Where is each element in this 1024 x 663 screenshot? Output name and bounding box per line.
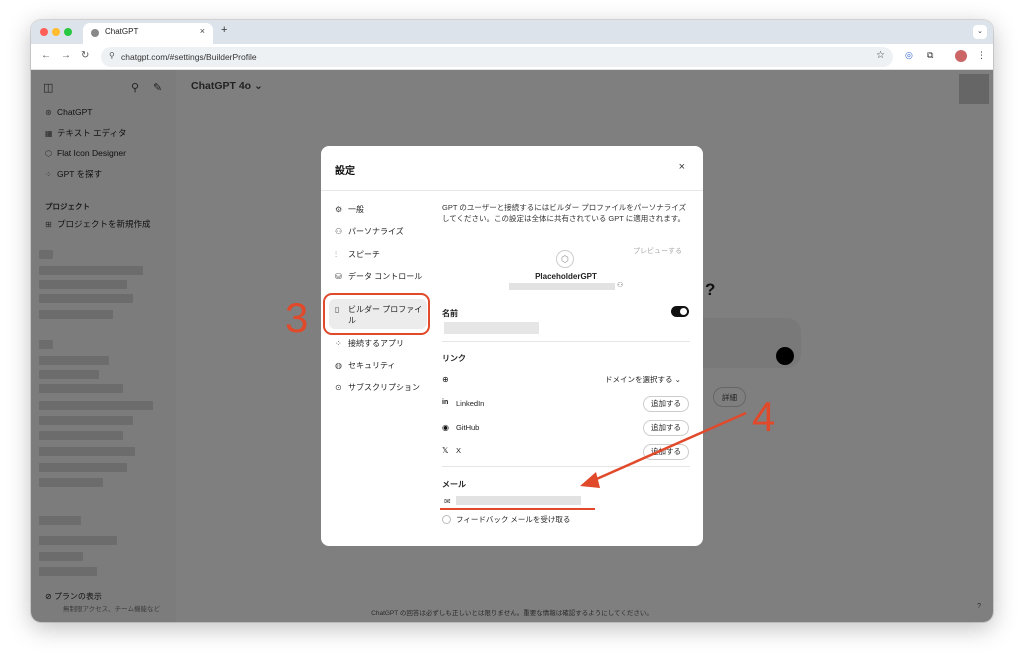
user-icon: ⚇ (617, 282, 624, 289)
domain-select[interactable]: ドメインを選択する ⌄ (605, 374, 681, 385)
browser-menu-icon[interactable]: ⋮ (977, 50, 986, 61)
nav-label: 接続するアプリ (348, 339, 404, 348)
minimize-window-button[interactable] (52, 28, 60, 36)
tab-data-controls[interactable]: ⛁ データ コントロール (335, 271, 425, 282)
step4-number: 4 (752, 393, 776, 440)
back-icon[interactable]: ← (41, 50, 51, 61)
globe-icon: ⊕ (442, 375, 449, 384)
tab-subscription[interactable]: ⊙ サブスクリプション (335, 382, 425, 393)
close-icon[interactable]: × (679, 161, 685, 173)
nav-label: セキュリティ (348, 361, 396, 370)
email-label: メール (442, 480, 466, 489)
nav-label: データ コントロール (348, 272, 423, 281)
divider (442, 341, 690, 342)
step4-underline (440, 508, 595, 510)
divider (321, 190, 703, 191)
tab-search-button[interactable]: ⌄ (973, 25, 987, 39)
tab-connected-apps[interactable]: ⁘ 接続するアプリ (335, 338, 425, 349)
tab-title: ChatGPT (105, 27, 139, 36)
bookmark-star-icon[interactable]: ☆ (876, 50, 885, 61)
browser-window: ChatGPT × + ⌄ ← → ↻ ⚲ chatgpt.com/#setti… (31, 20, 993, 622)
linkedin-icon: in (442, 399, 449, 406)
link-label: LinkedIn (456, 399, 485, 408)
tab-close-icon[interactable]: × (200, 26, 205, 36)
tab-security[interactable]: ◍ セキュリティ (335, 360, 425, 371)
person-icon: ⚇ (335, 227, 343, 236)
redacted-builder-name (509, 283, 615, 290)
new-tab-button[interactable]: + (221, 24, 227, 36)
nav-label: スピーチ (348, 250, 380, 259)
reload-icon[interactable]: ↻ (81, 50, 89, 61)
add-x-button[interactable]: 追加する (643, 444, 689, 460)
modal-title: 設定 (335, 166, 355, 177)
add-linkedin-button[interactable]: 追加する (643, 396, 689, 412)
shield-icon: ◍ (335, 361, 342, 370)
browser-tab[interactable]: ChatGPT × (83, 23, 213, 44)
tab-general[interactable]: ⚙ 一般 (335, 204, 425, 215)
browser-toolbar: ← → ↻ ⚲ chatgpt.com/#settings/BuilderPro… (31, 44, 993, 70)
address-bar[interactable]: ⚲ chatgpt.com/#settings/BuilderProfile ☆ (101, 47, 893, 67)
forward-icon[interactable]: → (61, 50, 71, 61)
nav-label: サブスクリプション (348, 383, 420, 392)
tab-personalization[interactable]: ⚇ パーソナライズ (335, 226, 425, 237)
name-toggle[interactable] (671, 306, 689, 317)
cube-icon: ⬡ (556, 250, 574, 268)
github-icon: ◉ (442, 423, 449, 432)
redacted-email (456, 496, 581, 505)
nav-label: パーソナライズ (348, 227, 404, 236)
feedback-email-checkbox[interactable] (442, 515, 451, 524)
step3-highlight-box (323, 293, 430, 335)
nav-label: 一般 (348, 205, 364, 214)
settings-modal: 設定 × ⚙ 一般 ⚇ パーソナライズ ⫶ スピーチ ⛁ データ コントロール ▯ ビルダ… (321, 146, 703, 546)
link-label: GitHub (456, 423, 480, 432)
close-window-button[interactable] (40, 28, 48, 36)
name-label: 名前 (442, 309, 458, 318)
site-info-icon[interactable]: ⚲ (109, 51, 115, 60)
database-icon: ⛁ (335, 272, 342, 281)
gpt-preview-name: PlaceholderGPT (535, 272, 597, 281)
feedback-email-label: フィードバック メールを受け取る (456, 515, 571, 524)
redacted-name-value (444, 322, 539, 334)
subscription-icon: ⊙ (335, 383, 342, 392)
divider (442, 466, 690, 467)
step3-number: 3 (285, 294, 309, 341)
links-label: リンク (442, 354, 466, 363)
waveform-icon: ⫶ (335, 250, 337, 259)
tab-speech[interactable]: ⫶ スピーチ (335, 249, 425, 260)
apps-grid-icon: ⁘ (335, 339, 342, 348)
builder-profile-description: GPT のユーザーと接続するにはビルダー プロファイルをパーソナライズしてくださ… (442, 203, 687, 223)
tab-strip: ChatGPT × + ⌄ (31, 20, 993, 44)
extension-icon[interactable]: ◎ (905, 50, 913, 61)
x-icon: 𝕏 (442, 446, 449, 455)
gear-icon: ⚙ (335, 205, 343, 214)
add-github-button[interactable]: 追加する (643, 420, 689, 436)
maximize-window-button[interactable] (64, 28, 72, 36)
mail-icon: ✉ (444, 497, 451, 506)
profile-avatar[interactable] (955, 50, 967, 62)
preview-button[interactable]: プレビューする (633, 246, 682, 256)
url-text: chatgpt.com/#settings/BuilderProfile (121, 52, 257, 62)
chatgpt-favicon-icon (91, 29, 99, 37)
extensions-puzzle-icon[interactable]: ⧉ (927, 50, 933, 61)
link-label: X (456, 446, 462, 455)
